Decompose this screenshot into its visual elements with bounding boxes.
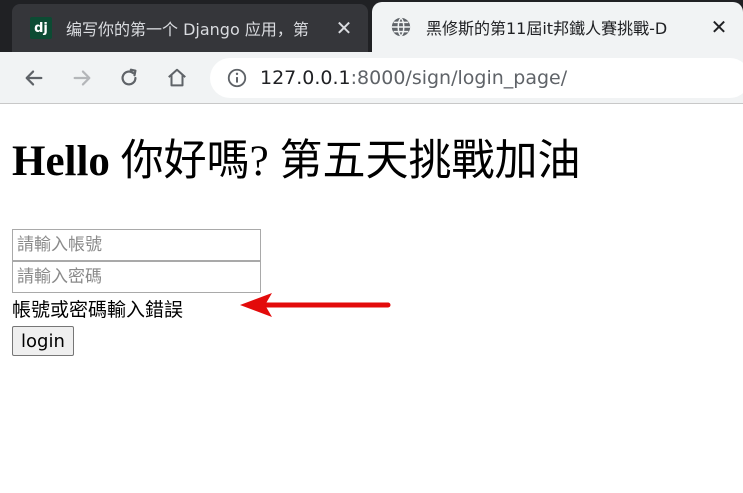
close-icon[interactable]: ✕ <box>330 14 358 42</box>
tab-title: 黑修斯的第11屆it邦鐵人賽挑戰-D <box>426 19 668 38</box>
url-path: :8000/sign/login_page/ <box>350 67 568 89</box>
tab-title: 编写你的第一个 Django 应用，第 <box>66 20 309 39</box>
info-icon[interactable] <box>226 67 248 89</box>
home-icon <box>168 68 186 87</box>
arrow-right-icon <box>73 70 91 86</box>
address-bar[interactable]: 127.0.0.1:8000/sign/login_page/ <box>210 58 743 98</box>
globe-icon <box>391 17 411 37</box>
tab-django-tutorial[interactable]: dj 编写你的第一个 Django 应用，第 ✕ <box>12 4 368 52</box>
tab-ithome[interactable]: 黑修斯的第11屆it邦鐵人賽挑戰-D ✕ <box>372 2 743 52</box>
forward-button[interactable] <box>68 64 96 92</box>
page-title-text: 你好嗎? 第五天挑戰加油 <box>120 138 581 185</box>
username-input[interactable] <box>12 229 261 261</box>
arrow-left-icon <box>25 70 43 86</box>
red-arrow-annotation <box>240 293 391 317</box>
login-button[interactable]: login <box>12 326 74 356</box>
page-title: Hello 你好嗎? 第五天挑戰加油 <box>12 140 581 183</box>
reload-button[interactable] <box>115 64 143 92</box>
reload-icon <box>121 68 137 86</box>
back-button[interactable] <box>20 64 48 92</box>
close-icon[interactable]: ✕ <box>705 13 733 41</box>
tab-strip: dj 编写你的第一个 Django 应用，第 ✕ 黑修斯的第11屆it邦鐵人賽挑… <box>0 0 743 52</box>
home-button[interactable] <box>163 64 191 92</box>
password-input[interactable] <box>12 261 261 293</box>
url-host: 127.0.0.1 <box>260 67 351 89</box>
django-icon: dj <box>30 17 52 39</box>
page-title-greeting: Hello <box>12 138 121 185</box>
browser-toolbar: 127.0.0.1:8000/sign/login_page/ <box>0 52 743 104</box>
login-form: 帳號或密碼輸入錯誤 login <box>12 229 261 356</box>
error-message: 帳號或密碼輸入錯誤 <box>12 299 184 321</box>
